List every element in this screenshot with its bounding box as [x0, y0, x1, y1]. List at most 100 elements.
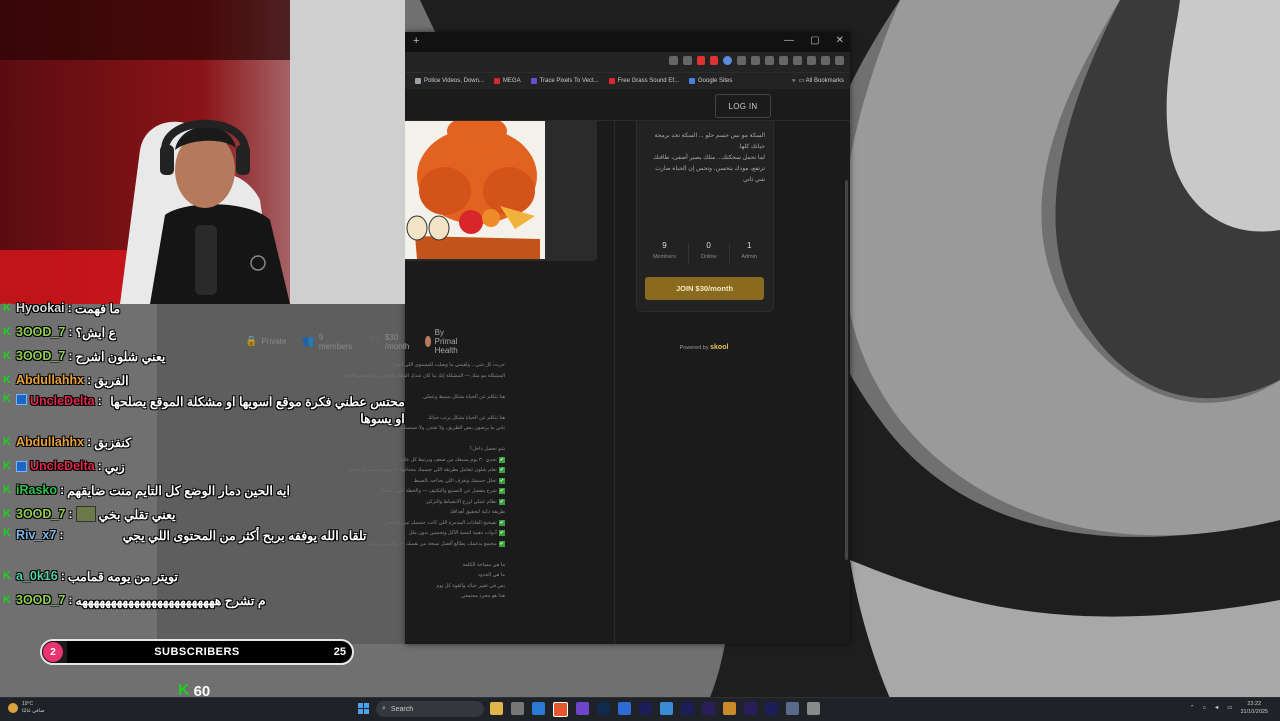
chat-username[interactable]: UncleDelta — [30, 394, 95, 408]
translate-icon[interactable] — [669, 56, 678, 65]
chat-username[interactable]: 3OOD_7 — [16, 325, 65, 339]
share-icon[interactable] — [683, 56, 692, 65]
app-icon[interactable] — [618, 702, 631, 715]
subscriber-badge-icon — [16, 460, 27, 472]
app-icon[interactable] — [723, 702, 736, 715]
checkmark-icon: ✔ — [498, 498, 505, 505]
chat-username[interactable]: a_0k16 — [16, 569, 58, 583]
extension-icon[interactable] — [765, 56, 774, 65]
brave-icon[interactable] — [553, 702, 568, 717]
separator: : — [87, 435, 92, 449]
chat-username[interactable]: 3OOD_7 — [16, 349, 65, 363]
group-about-card: السكة مو بس جسم حلو ... السكة تجد برمجة … — [636, 121, 774, 312]
subscriber-label: SUBSCRIBERS — [154, 646, 240, 658]
new-tab-button[interactable]: + — [413, 35, 419, 47]
browser-toolbar — [669, 56, 844, 65]
taskbar-search[interactable]: ⌕ Search — [376, 701, 484, 717]
chat-username[interactable]: 3OOD_7 — [16, 507, 65, 521]
extension-icon[interactable] — [737, 56, 746, 65]
minimize-button[interactable]: — — [784, 35, 794, 46]
chat-text: تويتر من يومه قمامب — [67, 569, 178, 584]
extensions-puzzle-icon[interactable] — [793, 56, 802, 65]
extension-icon[interactable] — [779, 56, 788, 65]
after-effects-icon[interactable] — [639, 702, 652, 715]
chevron-up-icon[interactable]: ⌃ — [1190, 705, 1195, 711]
members-stat: 9 Members — [652, 241, 676, 260]
chat-username[interactable]: 3OOD_7 — [16, 593, 65, 607]
chat-text: تلقاه الله يوفقه بربح أكثر من المحتوى ال… — [122, 529, 367, 543]
chat-text: محتس عطني فكرة موقع اسويها او مشكلة المو… — [110, 395, 405, 426]
chat-username[interactable]: Hyookai — [16, 301, 65, 315]
all-bookmarks-button[interactable]: » ▭ All Bookmarks — [792, 77, 844, 84]
system-tray: ⌃ ⌂ ◄ ▭ 23:22 31/10/2025 — [1190, 700, 1268, 716]
app-icon[interactable] — [660, 702, 673, 715]
checkmark-icon: ✔ — [498, 467, 505, 473]
chat-message: K Abdullahhx: كنفزبق — [3, 430, 483, 454]
chat-username[interactable]: Riv_x7 — [16, 528, 56, 542]
chat-text: يعني شلون اشرح — [75, 349, 166, 364]
scrollbar[interactable] — [845, 180, 848, 560]
file-explorer-icon[interactable] — [490, 702, 503, 715]
chat-message: Ka_0k16: تويتر من يومه قمامب — [3, 564, 483, 588]
webcam-overlay — [0, 0, 405, 304]
bookmark-item[interactable]: Free Grass Sound Ef... — [608, 78, 679, 84]
separator: : — [97, 394, 102, 408]
subscriber-badge-icon — [16, 394, 27, 405]
bookmark-item[interactable]: Google Sites — [688, 78, 732, 84]
separator: : — [60, 569, 65, 583]
network-icon[interactable]: ⌂ — [1202, 705, 1205, 711]
chat-username[interactable]: iRasko — [16, 483, 57, 497]
extension-icon[interactable] — [723, 56, 732, 65]
menu-icon[interactable] — [835, 56, 844, 65]
separator: : — [68, 593, 73, 607]
emote-icon — [75, 506, 96, 522]
chat-message: KiRasko: ايه الحين دمار الوضع كل التايم م… — [3, 478, 483, 502]
checkmark-icon: ✔ — [498, 488, 505, 494]
premiere-icon[interactable] — [744, 702, 757, 715]
chat-message: K 3OOD_7: يعني شلون اشرح — [3, 344, 483, 368]
subscriber-goal-bar: 2 SUBSCRIBERS 25 — [40, 639, 354, 665]
vscode-insiders-icon[interactable] — [576, 702, 589, 715]
brave-rewards-icon[interactable] — [710, 56, 718, 65]
chat-message: K Riv_x7: تلقاه الله يوفقه بربح أكثر من ال… — [3, 526, 483, 564]
group-about-text: السكة مو بس جسم حلو ... السكة تجد برمجة … — [653, 133, 765, 183]
mega-icon — [493, 78, 500, 84]
separator: : — [68, 507, 73, 521]
extension-icon[interactable] — [751, 56, 760, 65]
weather-widget[interactable]: 19°C صافي غالبًا — [8, 701, 44, 715]
bookmark-item[interactable]: Police Videos, Down... — [415, 78, 484, 84]
powered-by[interactable]: Powered by skool — [636, 344, 772, 351]
online-stat: 0 Online — [700, 241, 717, 260]
chat-message: K 3OOD_7: ع ايش؟ — [3, 320, 483, 344]
brave-shield-icon[interactable] — [697, 56, 705, 65]
login-button[interactable]: LOG IN — [715, 94, 771, 118]
audition-icon[interactable] — [765, 702, 778, 715]
after-effects-icon[interactable] — [681, 702, 694, 715]
close-button[interactable]: ✕ — [836, 35, 844, 46]
google-sites-icon — [688, 78, 695, 84]
taskbar-apps — [490, 702, 820, 717]
media-encoder-icon[interactable] — [702, 702, 715, 715]
chat-username[interactable]: Abdullahhx — [16, 435, 84, 449]
chat-username[interactable]: UncleDelta — [30, 459, 95, 473]
clock[interactable]: 23:22 31/10/2025 — [1240, 700, 1268, 716]
maximize-button[interactable]: ▢ — [810, 35, 819, 46]
checkmark-icon: ✔ — [498, 540, 505, 547]
join-button[interactable]: JOIN $30/month — [645, 277, 764, 300]
photoshop-icon[interactable] — [597, 702, 610, 715]
wallet-icon[interactable] — [821, 56, 830, 65]
app-icon[interactable] — [511, 702, 524, 715]
start-button[interactable] — [358, 703, 369, 714]
bookmark-item[interactable]: Trace Pixels To Vect... — [530, 78, 599, 84]
address-bar[interactable] — [405, 52, 850, 73]
kick-badge-icon: K — [3, 460, 11, 472]
sidebar-icon[interactable] — [807, 56, 816, 65]
chat-username[interactable]: Abdullahhx — [16, 373, 84, 387]
volume-icon[interactable]: ◄ — [1214, 705, 1219, 711]
app-icon[interactable] — [807, 702, 820, 715]
battery-icon[interactable]: ▭ — [1227, 705, 1232, 711]
vscode-icon[interactable] — [532, 702, 545, 715]
bookmark-item[interactable]: MEGA — [493, 78, 521, 84]
app-icon[interactable] — [786, 702, 799, 715]
tab-bar: + — ▢ ✕ — [405, 32, 850, 52]
